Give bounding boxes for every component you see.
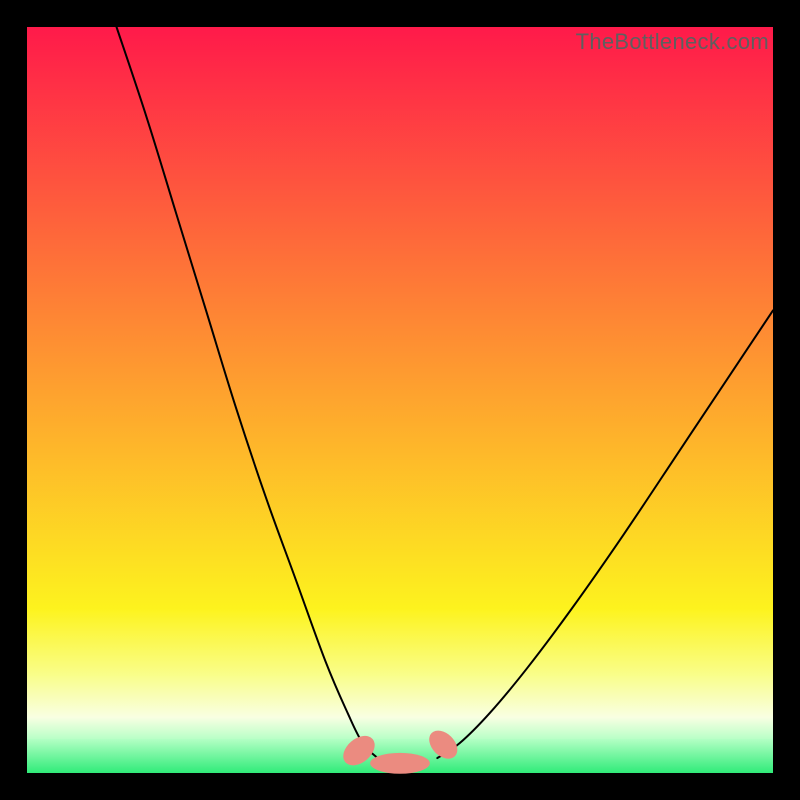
chart-curves [0,0,800,800]
curve-group [117,27,773,758]
curve-right-curve [437,310,773,758]
bottom-blob-center [370,753,430,774]
watermark-text: TheBottleneck.com [576,29,769,55]
curve-left-curve [117,27,378,758]
